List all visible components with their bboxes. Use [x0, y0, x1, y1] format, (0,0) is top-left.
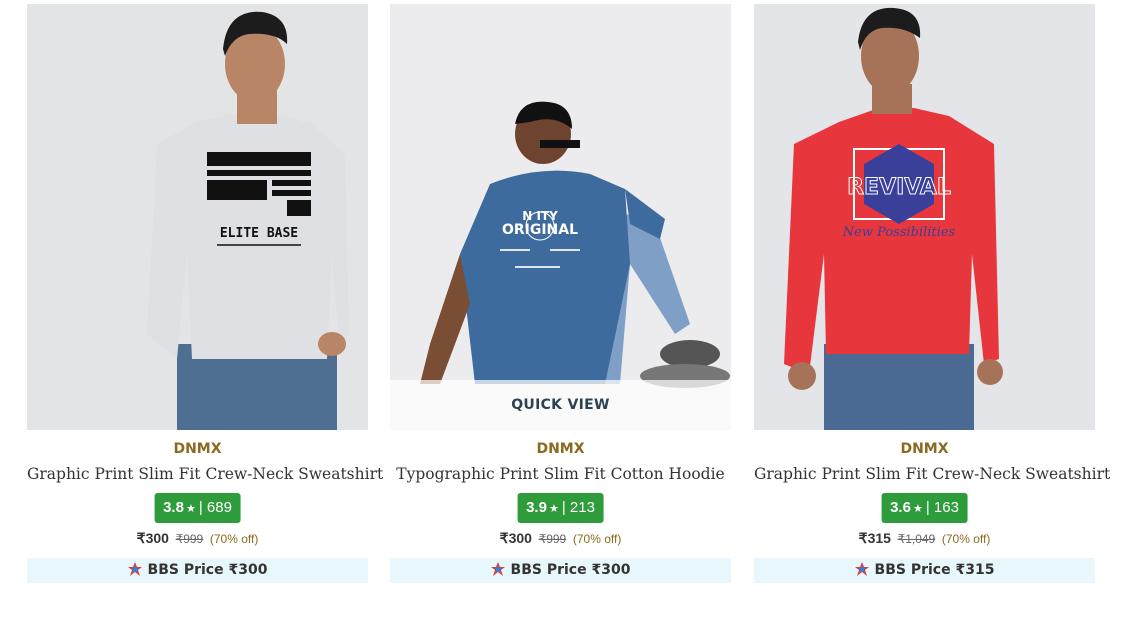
- product-grid: ELITE BASE DNMX Graphic Print Slim Fit C…: [0, 0, 1145, 618]
- review-count: 689: [206, 499, 232, 516]
- review-count: 213: [569, 499, 595, 516]
- print-text: New Possibilities: [842, 225, 956, 240]
- bbs-price-label: BBS Price ₹315: [874, 562, 995, 578]
- offer-price: ₹300: [499, 530, 532, 546]
- discount-text: (70% off): [941, 532, 991, 546]
- price-row: ₹300 ₹999 (70% off): [390, 530, 731, 547]
- print-text: ELITE BASE: [220, 226, 298, 241]
- product-name[interactable]: Graphic Print Slim Fit Crew-Neck Sweatsh…: [754, 465, 1110, 483]
- print-text: ORIGINAL: [502, 222, 578, 238]
- rating-separator: |: [198, 499, 207, 516]
- bbs-price-banner: BBS Price ₹315: [754, 558, 1095, 583]
- rating-value: 3.8: [163, 499, 184, 516]
- bbs-badge-icon: [854, 562, 869, 576]
- product-name[interactable]: Typographic Print Slim Fit Cotton Hoodie: [390, 465, 731, 483]
- quick-view-button[interactable]: QUICK VIEW: [390, 380, 731, 430]
- price-row: ₹300 ₹999 (70% off): [27, 530, 368, 547]
- rating-badge: 3.9 ★ | 213: [517, 493, 604, 523]
- rating-badge: 3.8 ★ | 689: [154, 493, 241, 523]
- rating-value: 3.6: [890, 499, 911, 516]
- product-card[interactable]: REVIVAL New Possibilities DNMX Graphic P…: [754, 4, 1110, 584]
- bbs-badge-icon: [127, 562, 142, 576]
- svg-text:REVIVAL: REVIVAL: [847, 175, 951, 200]
- product-card[interactable]: N ITY ORIGINAL QUICK VIEW DNMX Typograph…: [390, 4, 731, 584]
- discount-text: (70% off): [572, 532, 622, 546]
- star-icon: ★: [185, 503, 196, 515]
- bbs-price-banner: BBS Price ₹300: [27, 558, 368, 583]
- product-name[interactable]: Graphic Print Slim Fit Crew-Neck Sweatsh…: [27, 465, 383, 483]
- product-image[interactable]: REVIVAL New Possibilities: [754, 4, 1095, 430]
- product-card[interactable]: ELITE BASE DNMX Graphic Print Slim Fit C…: [27, 4, 383, 584]
- star-icon: ★: [548, 503, 559, 515]
- mrp-price: ₹999: [175, 532, 204, 546]
- product-brand[interactable]: DNMX: [27, 441, 368, 457]
- rating-value: 3.9: [526, 499, 547, 516]
- product-brand[interactable]: DNMX: [754, 441, 1095, 457]
- bbs-price-banner: BBS Price ₹300: [390, 558, 731, 583]
- rating-badge: 3.6 ★ | 163: [881, 493, 968, 523]
- product-brand[interactable]: DNMX: [390, 441, 731, 457]
- star-icon: ★: [912, 503, 923, 515]
- offer-price: ₹300: [136, 530, 169, 546]
- mrp-price: ₹1,049: [897, 532, 936, 546]
- rating-separator: |: [925, 499, 934, 516]
- price-row: ₹315 ₹1,049 (70% off): [754, 530, 1095, 547]
- discount-text: (70% off): [209, 532, 259, 546]
- bbs-price-label: BBS Price ₹300: [510, 562, 631, 578]
- mrp-price: ₹999: [538, 532, 567, 546]
- offer-price: ₹315: [858, 530, 891, 546]
- rating-separator: |: [561, 499, 570, 516]
- product-image[interactable]: ELITE BASE: [27, 4, 368, 430]
- bbs-price-label: BBS Price ₹300: [147, 562, 268, 578]
- bbs-badge-icon: [490, 562, 505, 576]
- review-count: 163: [933, 499, 959, 516]
- product-image[interactable]: N ITY ORIGINAL QUICK VIEW: [390, 4, 731, 430]
